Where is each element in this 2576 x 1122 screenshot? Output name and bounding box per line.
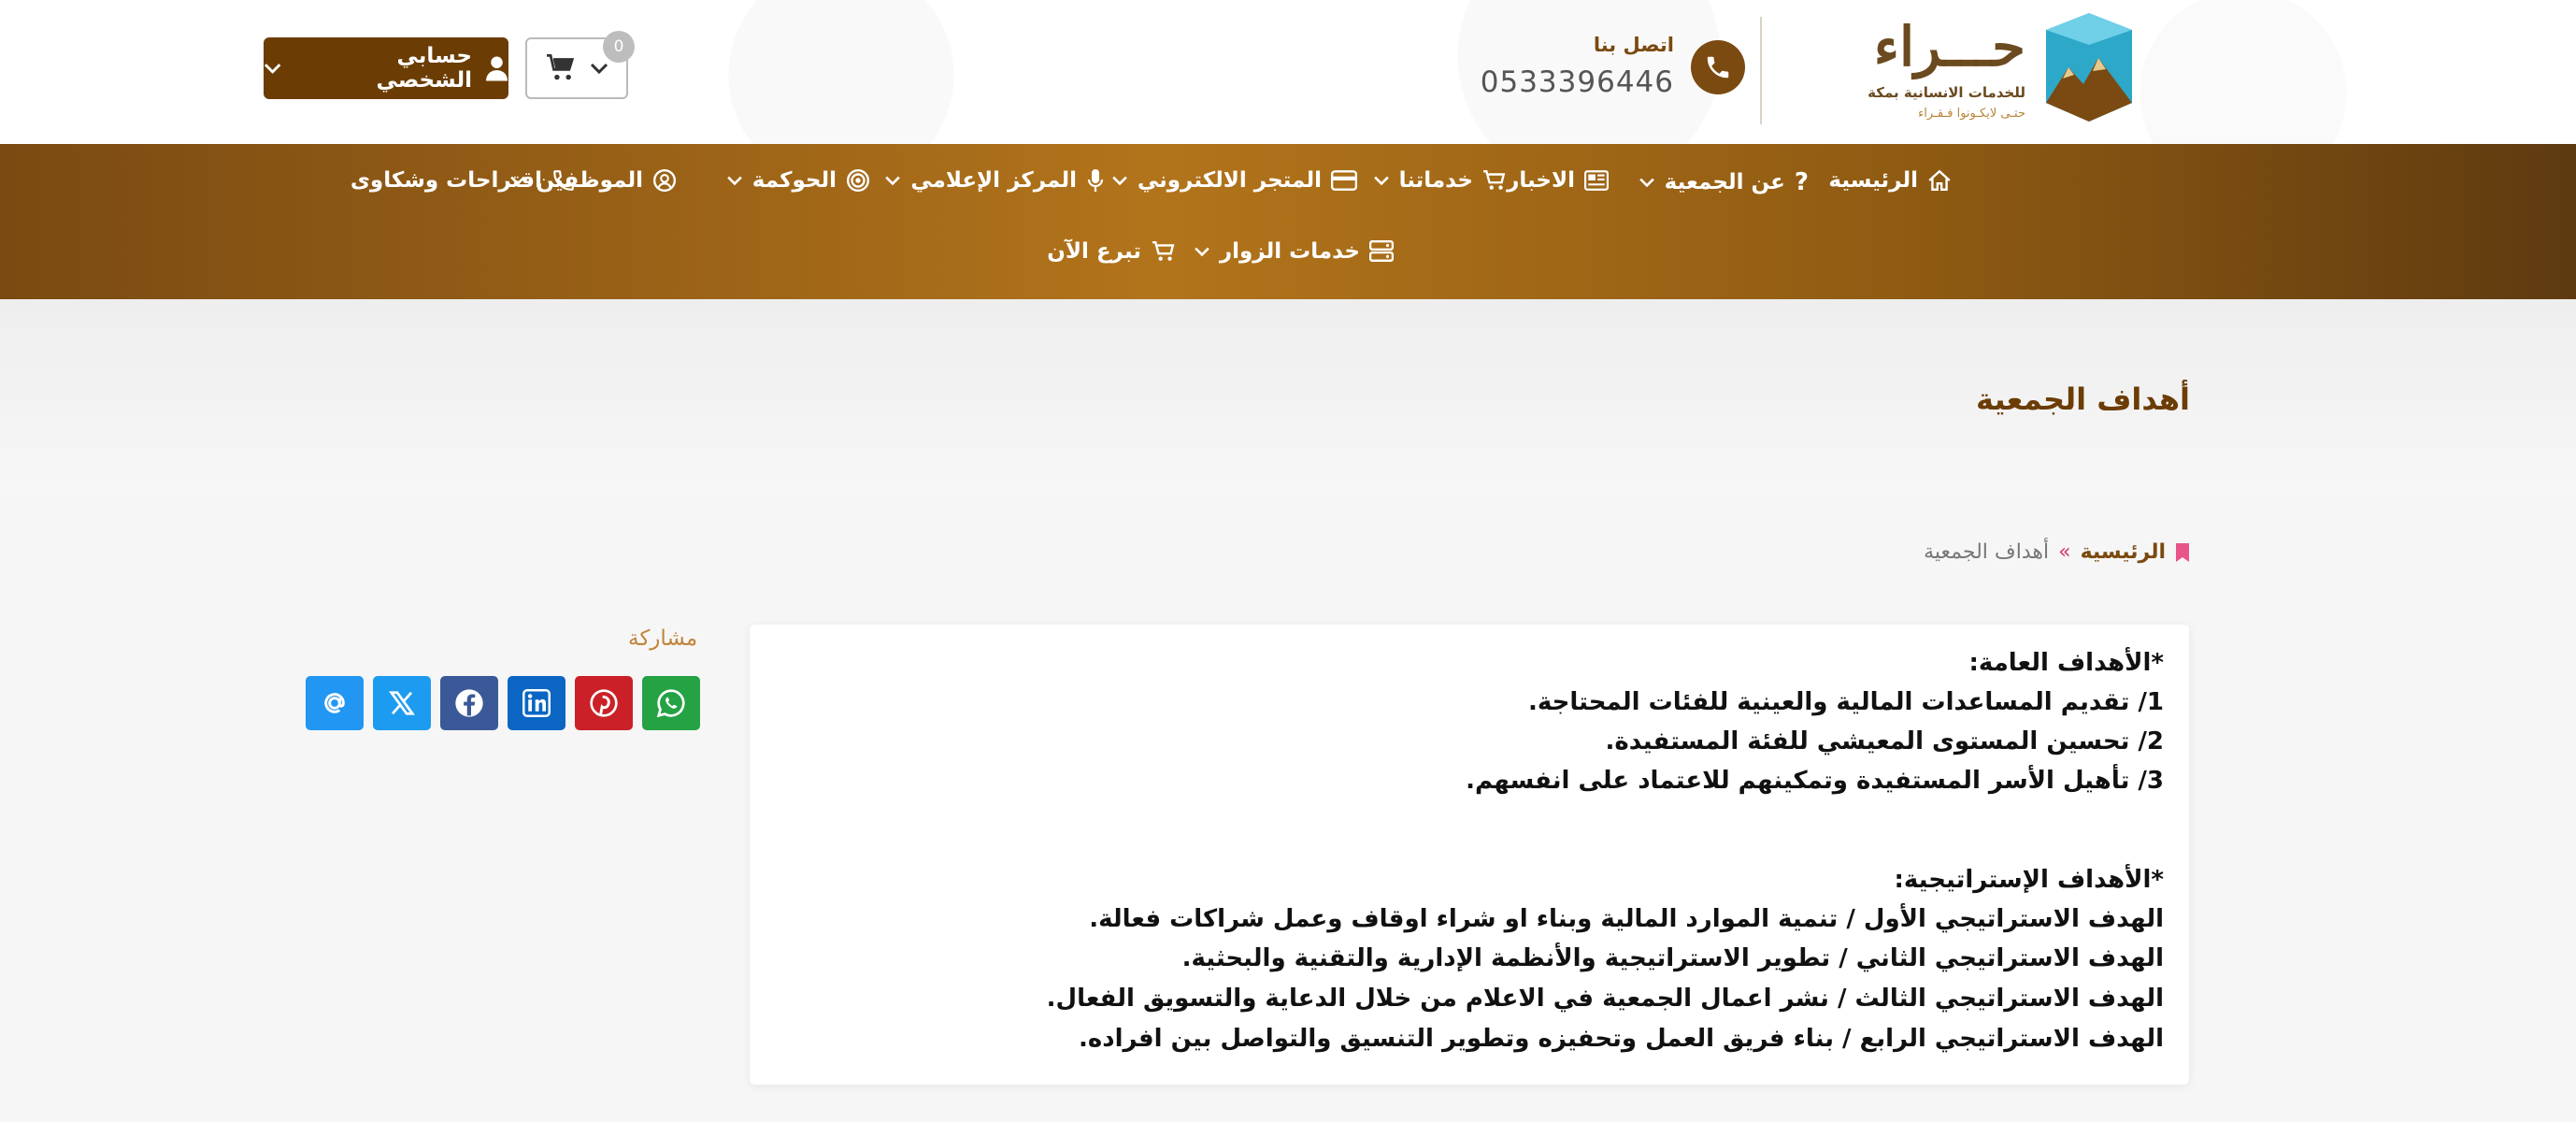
logo-tagline: حتـى لايكـونوا فـقـراء bbox=[1918, 107, 2025, 121]
nav-label: المتجر الالكتروني bbox=[1137, 168, 1322, 193]
strategic-goal-item: الهدف الاستراتيجي الثالث / نشر اعمال الج… bbox=[1046, 985, 2164, 1013]
strategic-goal-item: الهدف الاستراتيجي الثاني / تطوير الاسترا… bbox=[1181, 944, 2164, 972]
nav-label: خدماتنا bbox=[1398, 168, 1473, 193]
phone-icon bbox=[553, 170, 574, 191]
pinterest-icon bbox=[590, 689, 618, 717]
chevron-down-icon bbox=[264, 64, 281, 74]
chevron-down-icon bbox=[726, 176, 742, 186]
at-sign-icon bbox=[324, 693, 345, 713]
nav-item-services[interactable]: خدماتنا bbox=[1373, 168, 1507, 193]
nav-label: عن الجمعية bbox=[1664, 170, 1785, 194]
user-circle-icon bbox=[652, 168, 677, 193]
contact-number[interactable]: 0533396446 bbox=[1481, 65, 1674, 99]
nav-item-donate[interactable]: تبرع الآن bbox=[1047, 239, 1177, 264]
share-label: مشاركة bbox=[628, 626, 698, 651]
cart-icon bbox=[547, 54, 575, 80]
strategic-goal-item: الهدف الاستراتيجي الرابع / بناء فريق الع… bbox=[1079, 1025, 2164, 1053]
breadcrumb-home-link[interactable]: الرئيسية bbox=[2081, 540, 2166, 564]
nav-label: تبرع الآن bbox=[1047, 239, 1141, 264]
page-title: أهداف الجمعية bbox=[1976, 381, 2190, 417]
logo-subtitle: للخدمات الانسانية بمكة bbox=[1868, 84, 2025, 101]
nav-item-about[interactable]: ? عن الجمعية bbox=[1639, 168, 1809, 196]
content-card: *الأهداف العامة: 1/ تقديم المساعدات الما… bbox=[750, 625, 2189, 1085]
nav-label: خدمات الزوار bbox=[1219, 239, 1360, 264]
cart-count-badge: 0 bbox=[603, 31, 635, 63]
nav-label: الاخبار bbox=[1507, 168, 1575, 193]
kaaba-mountain-logo-icon bbox=[2046, 13, 2132, 122]
header-divider bbox=[1760, 17, 1762, 124]
contact-label: اتصل بنا bbox=[1593, 34, 1674, 56]
general-goals-heading: *الأهداف العامة: bbox=[1968, 649, 2164, 677]
home-icon bbox=[1928, 169, 1951, 191]
general-goal-item: 2/ تحسين المستوى المعيشي للفئة المستفيدة… bbox=[1605, 727, 2165, 755]
top-header: حـــراء للخدمات الانسانية بمكة حتـى لايك… bbox=[0, 0, 2576, 144]
chevron-down-icon bbox=[1373, 176, 1389, 186]
breadcrumb-separator: » bbox=[2058, 540, 2071, 564]
strategic-goals-heading: *الأهداف الإستراتيجية: bbox=[1894, 866, 2164, 894]
newspaper-icon bbox=[1584, 170, 1609, 191]
microphone-icon bbox=[1087, 169, 1104, 192]
share-linkedin-button[interactable] bbox=[508, 676, 565, 730]
share-pinterest-button[interactable] bbox=[575, 676, 633, 730]
cart-icon bbox=[1152, 240, 1175, 261]
chevron-down-icon bbox=[1639, 178, 1654, 188]
server-icon bbox=[1369, 240, 1394, 262]
chevron-down-icon bbox=[1195, 247, 1209, 257]
logo-title: حـــراء bbox=[1873, 15, 2025, 79]
user-icon bbox=[486, 56, 508, 81]
nav-label: اقتراحات وشكاوى bbox=[350, 168, 542, 193]
target-icon bbox=[846, 168, 870, 193]
nav-item-governance[interactable]: الحوكمة bbox=[726, 168, 870, 193]
general-goal-item: 1/ تقديم المساعدات المالية والعينية للفئ… bbox=[1527, 688, 2164, 716]
nav-label: الرئيسية bbox=[1828, 168, 1918, 193]
nav-item-suggestions[interactable]: اقتراحات وشكاوى bbox=[351, 168, 576, 193]
facebook-icon bbox=[455, 689, 483, 717]
share-facebook-button[interactable] bbox=[440, 676, 498, 730]
question-icon: ? bbox=[1794, 168, 1809, 196]
bookmark-icon bbox=[2176, 542, 2189, 562]
phone-icon[interactable] bbox=[1691, 40, 1745, 94]
general-goal-item: 3/ تأهيل الأسر المستفيدة وتمكينهم للاعتم… bbox=[1466, 767, 2164, 795]
credit-card-icon bbox=[1331, 170, 1357, 191]
x-logo-icon bbox=[389, 691, 415, 715]
chevron-down-icon bbox=[885, 176, 901, 186]
linkedin-icon bbox=[522, 689, 551, 717]
chevron-down-icon bbox=[590, 63, 608, 75]
nav-item-visitors[interactable]: خدمات الزوار bbox=[1194, 239, 1394, 264]
nav-item-news[interactable]: الاخبار bbox=[1507, 168, 1609, 193]
nav-item-store[interactable]: المتجر الالكتروني bbox=[1111, 168, 1357, 193]
site-logo[interactable]: حـــراء للخدمات الانسانية بمكة حتـى لايك… bbox=[1855, 13, 2136, 125]
chevron-down-icon bbox=[1112, 176, 1127, 186]
share-whatsapp-button[interactable] bbox=[642, 676, 700, 730]
share-buttons bbox=[306, 676, 700, 730]
nav-label: المركز الإعلامي bbox=[910, 168, 1077, 193]
share-email-button[interactable] bbox=[306, 676, 364, 730]
main-navigation: الرئيسية ? عن الجمعية الاخبار خدماتنا ال… bbox=[0, 144, 2576, 299]
strategic-goal-item: الهدف الاستراتيجي الأول / تنمية الموارد … bbox=[1089, 905, 2164, 933]
cart-icon bbox=[1483, 170, 1506, 190]
account-menu-button[interactable]: حسابي الشخصي bbox=[264, 37, 508, 99]
breadcrumb-current: أهداف الجمعية bbox=[1924, 540, 2050, 564]
breadcrumb: الرئيسية » أهداف الجمعية bbox=[1924, 540, 2190, 564]
whatsapp-icon bbox=[656, 689, 685, 718]
nav-label: الحوكمة bbox=[751, 168, 837, 193]
nav-item-media[interactable]: المركز الإعلامي bbox=[884, 168, 1105, 193]
share-x-button[interactable] bbox=[373, 676, 431, 730]
account-label: حسابي الشخصي bbox=[376, 44, 472, 93]
nav-item-home[interactable]: الرئيسية bbox=[1828, 168, 1952, 193]
